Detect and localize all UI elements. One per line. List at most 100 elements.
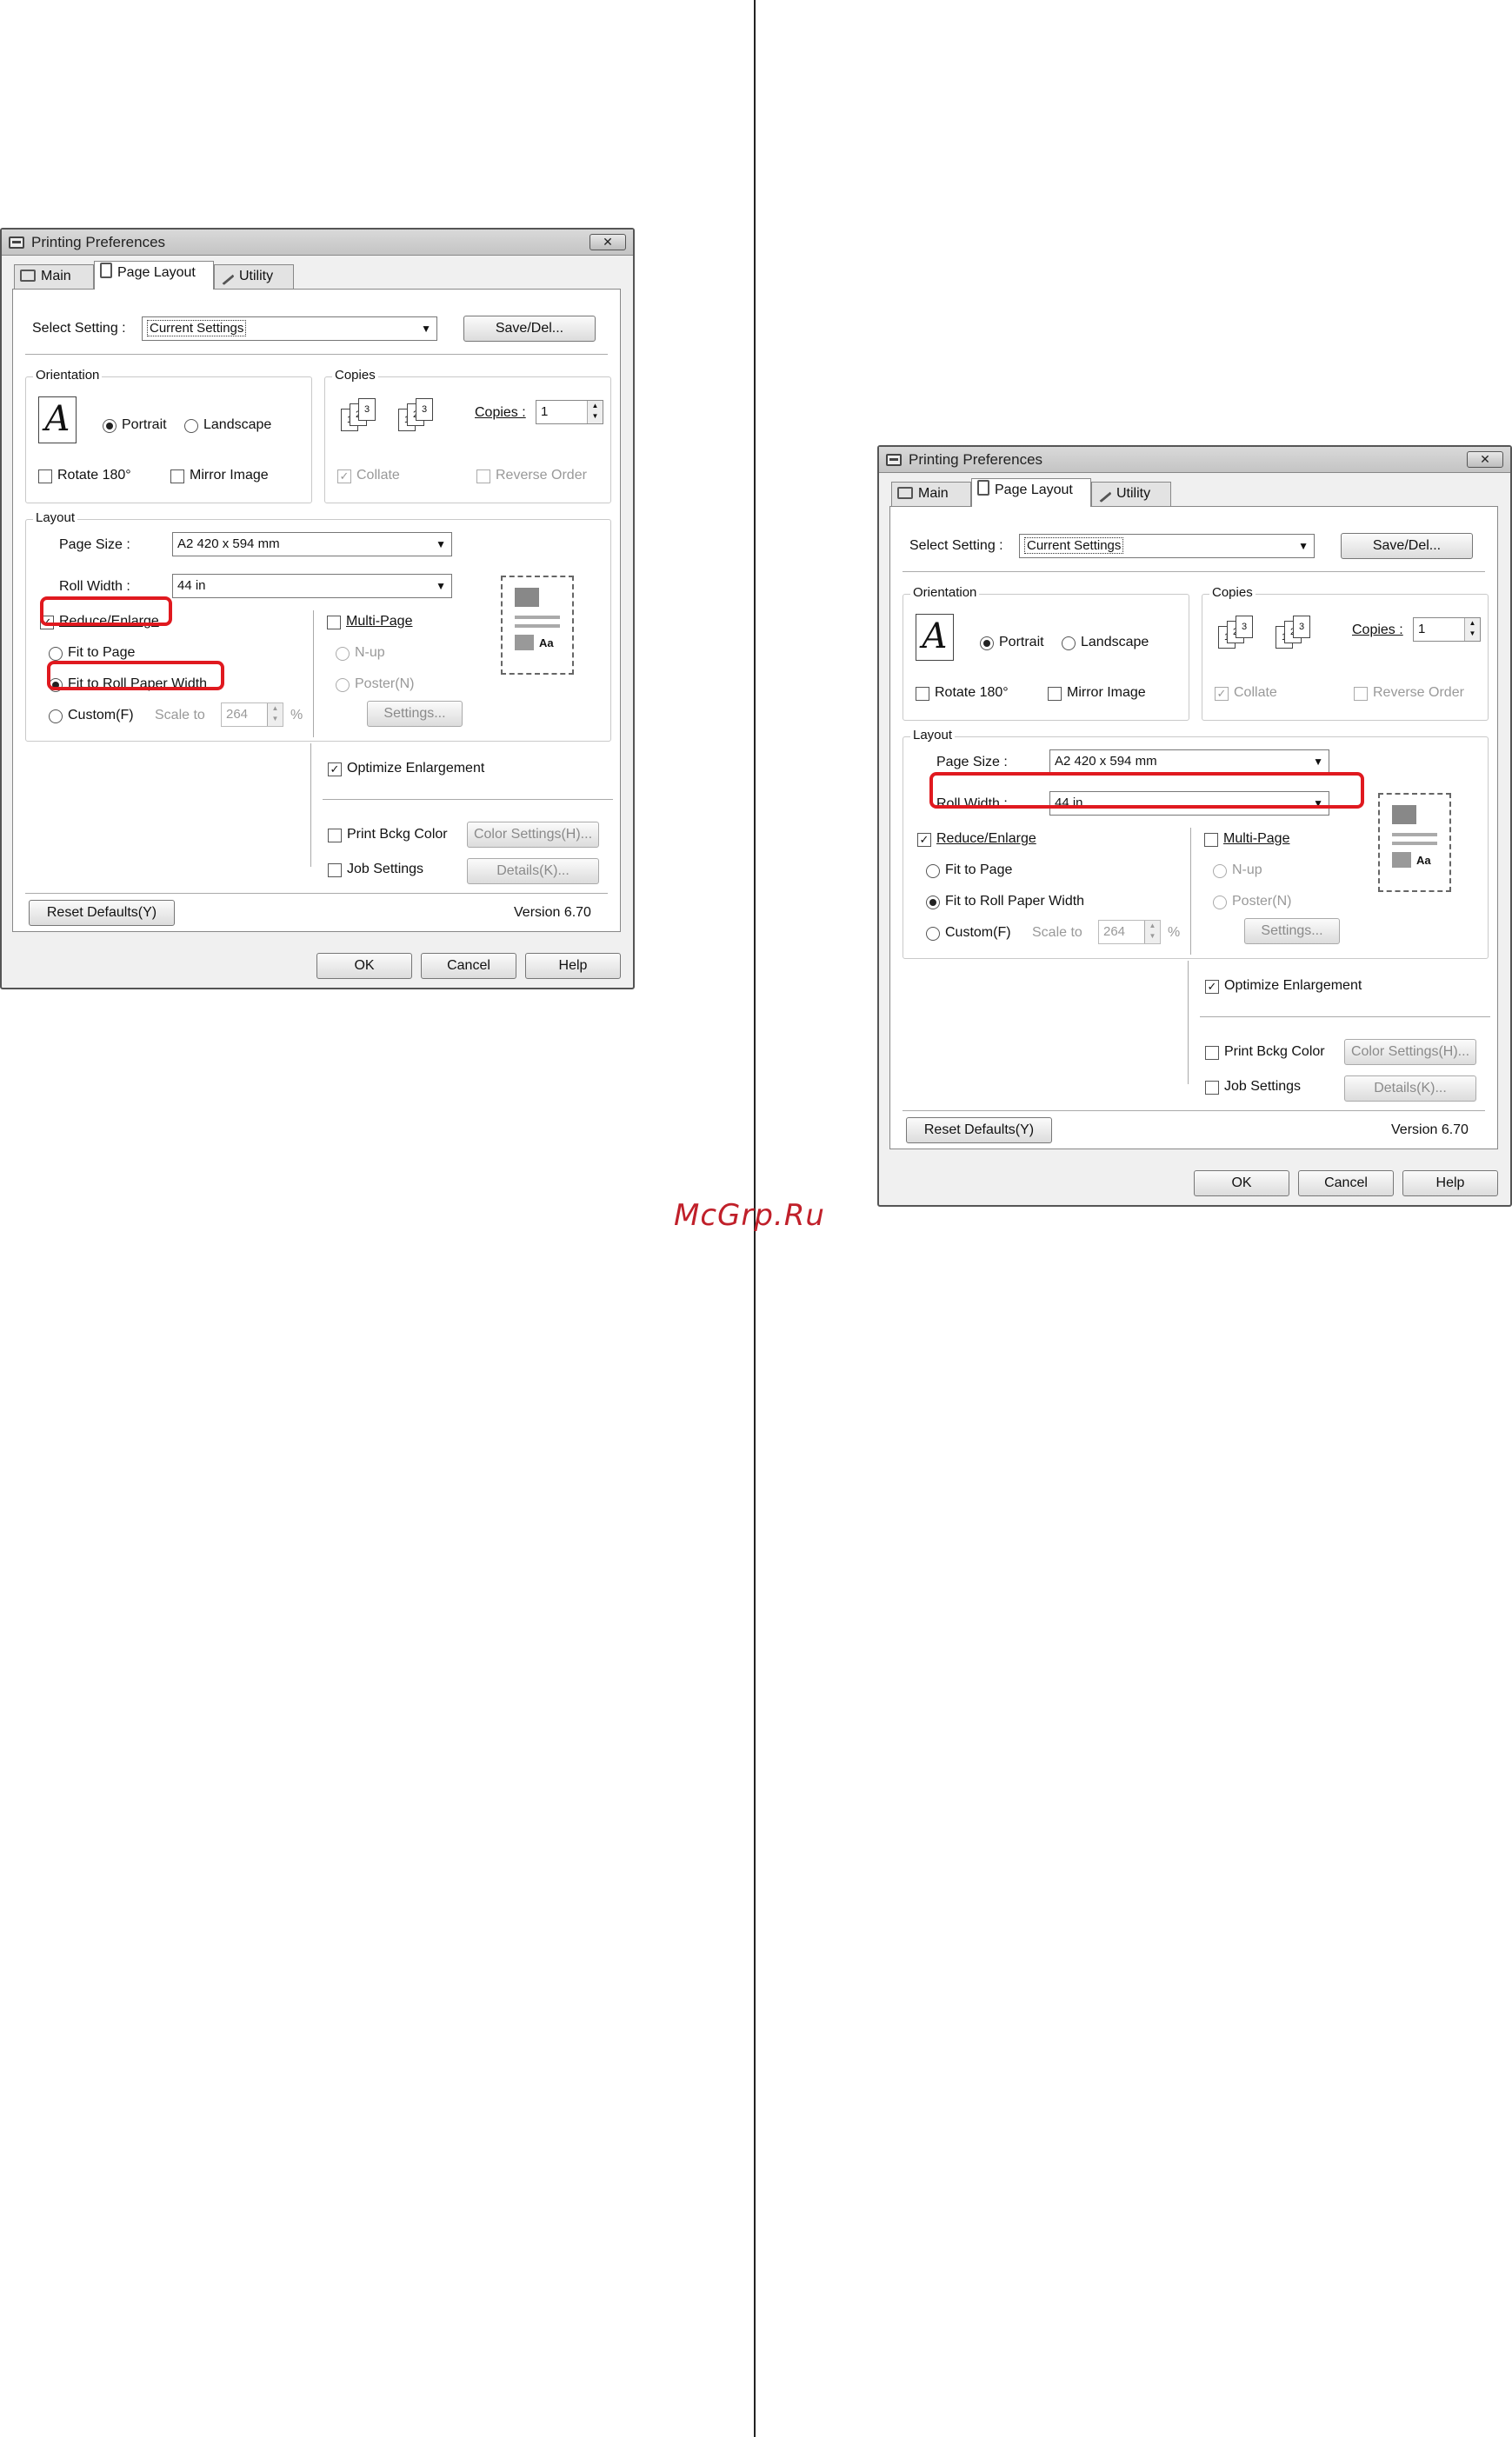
landscape-radio[interactable]	[1062, 636, 1076, 650]
poster-radio[interactable]	[1213, 896, 1227, 909]
scale-to-label: Scale to	[1032, 925, 1082, 940]
layout-caption: Layout	[33, 510, 78, 525]
save-del-button[interactable]: Save/Del...	[463, 316, 596, 342]
select-setting-label: Select Setting :	[909, 538, 1003, 553]
print-bckg-color-checkbox[interactable]	[328, 829, 342, 842]
select-setting-combo[interactable]: Current Settings ▼	[1019, 534, 1315, 558]
reverse-order-checkbox[interactable]	[1354, 687, 1368, 701]
multi-page-checkbox[interactable]	[1204, 833, 1218, 847]
scale-spinner[interactable]: 264 ▲ ▼	[221, 702, 283, 727]
tab-utility[interactable]: Utility	[214, 264, 294, 289]
n-up-radio[interactable]	[336, 647, 350, 661]
mirror-image-label: Mirror Image	[1067, 685, 1146, 700]
dialog-title: Printing Preferences	[31, 234, 166, 250]
cancel-button[interactable]: Cancel	[421, 953, 516, 979]
mirror-image-checkbox[interactable]	[170, 469, 184, 483]
multi-page-label: Multi-Page	[346, 614, 413, 629]
tab-main[interactable]: Main	[891, 482, 971, 506]
save-del-button[interactable]: Save/Del...	[1341, 533, 1473, 559]
poster-radio[interactable]	[336, 678, 350, 692]
collate-checkbox[interactable]: ✓	[337, 469, 351, 483]
rotate-180-checkbox[interactable]	[38, 469, 52, 483]
page-3-icon: 3	[1236, 616, 1253, 638]
close-button[interactable]: ✕	[589, 234, 626, 250]
tab-main[interactable]: Main	[14, 264, 94, 289]
job-settings-checkbox[interactable]	[1205, 1081, 1219, 1095]
chevron-down-icon: ▼	[436, 538, 446, 550]
roll-width-value: 44 in	[177, 578, 206, 593]
rotate-180-checkbox[interactable]	[916, 687, 929, 701]
fit-to-page-label: Fit to Page	[945, 862, 1013, 877]
page-size-combo[interactable]: A2 420 x 594 mm ▼	[1049, 749, 1329, 774]
tab-page-layout[interactable]: Page Layout	[94, 261, 214, 290]
help-button[interactable]: Help	[525, 953, 621, 979]
optimize-enlargement-checkbox[interactable]: ✓	[328, 762, 342, 776]
dialog-window: Printing Preferences ✕ Main Page Layout …	[877, 445, 1512, 1207]
fit-to-page-radio[interactable]	[49, 647, 63, 661]
spin-arrows-icon[interactable]: ▲ ▼	[267, 703, 283, 726]
preview-text-line	[515, 624, 560, 628]
chevron-down-icon: ▼	[1298, 540, 1309, 552]
landscape-label: Landscape	[203, 417, 272, 432]
print-bckg-color-checkbox[interactable]	[1205, 1046, 1219, 1060]
reduce-enlarge-checkbox[interactable]: ✓	[40, 616, 54, 629]
page-size-combo[interactable]: A2 420 x 594 mm ▼	[172, 532, 452, 556]
preview-text-line	[1392, 833, 1437, 836]
color-settings-button[interactable]: Color Settings(H)...	[1344, 1039, 1476, 1065]
mirror-image-checkbox[interactable]	[1048, 687, 1062, 701]
page-layout-panel: Select Setting : Current Settings ▼ Save/…	[12, 289, 621, 932]
cancel-button[interactable]: Cancel	[1298, 1170, 1394, 1196]
job-settings-checkbox[interactable]	[328, 863, 342, 877]
page-size-label: Page Size :	[936, 755, 1008, 769]
spin-arrows-icon[interactable]: ▲ ▼	[1144, 921, 1160, 943]
select-setting-combo[interactable]: Current Settings ▼	[142, 316, 437, 341]
landscape-radio[interactable]	[184, 419, 198, 433]
reverse-order-label: Reverse Order	[1373, 685, 1464, 700]
portrait-radio[interactable]	[980, 636, 994, 650]
custom-radio[interactable]	[926, 927, 940, 941]
roll-width-combo[interactable]: 44 in ▼	[172, 574, 452, 598]
close-button[interactable]: ✕	[1467, 451, 1503, 468]
select-setting-value: Current Settings	[147, 320, 247, 336]
reset-defaults-button[interactable]: Reset Defaults(Y)	[29, 900, 175, 926]
optimize-enlargement-checkbox[interactable]: ✓	[1205, 980, 1219, 994]
copies-group: Copies 1 2 3 1 2 3 Copies : 1 ▲▼ ✓ Collat…	[324, 368, 611, 503]
fit-to-page-radio[interactable]	[926, 864, 940, 878]
tab-page-layout[interactable]: Page Layout	[971, 478, 1091, 507]
preview-chart-block	[1392, 852, 1411, 868]
roll-width-combo[interactable]: 44 in ▼	[1049, 791, 1329, 816]
spin-arrows-icon[interactable]: ▲ ▼	[1464, 618, 1480, 641]
tab-utility[interactable]: Utility	[1091, 482, 1171, 506]
copies-label: Copies :	[1352, 623, 1403, 637]
settings-button[interactable]: Settings...	[1244, 918, 1340, 944]
preview-chart-block	[515, 635, 534, 650]
collate-checkbox[interactable]: ✓	[1215, 687, 1229, 701]
reset-defaults-button[interactable]: Reset Defaults(Y)	[906, 1117, 1052, 1143]
color-settings-button[interactable]: Color Settings(H)...	[467, 822, 599, 848]
details-button[interactable]: Details(K)...	[1344, 1075, 1476, 1102]
portrait-label: Portrait	[999, 635, 1044, 649]
n-up-radio[interactable]	[1213, 864, 1227, 878]
fit-to-roll-radio[interactable]	[49, 678, 63, 692]
tab-main-label: Main	[918, 486, 949, 501]
orientation-group: Orientation A Portrait Landscape Rotate …	[25, 368, 312, 503]
reverse-order-checkbox[interactable]	[476, 469, 490, 483]
help-button[interactable]: Help	[1402, 1170, 1498, 1196]
spin-arrows-icon[interactable]: ▲ ▼	[587, 401, 603, 423]
fit-to-roll-radio[interactable]	[926, 896, 940, 909]
copies-spinner[interactable]: 1 ▲ ▼	[1413, 617, 1481, 642]
custom-radio[interactable]	[49, 709, 63, 723]
preview-image-block	[1392, 805, 1416, 824]
ok-button[interactable]: OK	[1194, 1170, 1289, 1196]
portrait-orientation-icon: A	[916, 614, 954, 661]
chevron-down-icon: ▼	[1313, 756, 1323, 768]
scale-spinner[interactable]: 264 ▲ ▼	[1098, 920, 1161, 944]
layout-group: Layout Page Size : A2 420 x 594 mm ▼ Roll…	[25, 510, 611, 742]
details-button[interactable]: Details(K)...	[467, 858, 599, 884]
portrait-radio[interactable]	[103, 419, 117, 433]
ok-button[interactable]: OK	[316, 953, 412, 979]
multi-page-checkbox[interactable]	[327, 616, 341, 629]
reduce-enlarge-checkbox[interactable]: ✓	[917, 833, 931, 847]
copies-spinner[interactable]: 1 ▲ ▼	[536, 400, 603, 424]
settings-button[interactable]: Settings...	[367, 701, 463, 727]
